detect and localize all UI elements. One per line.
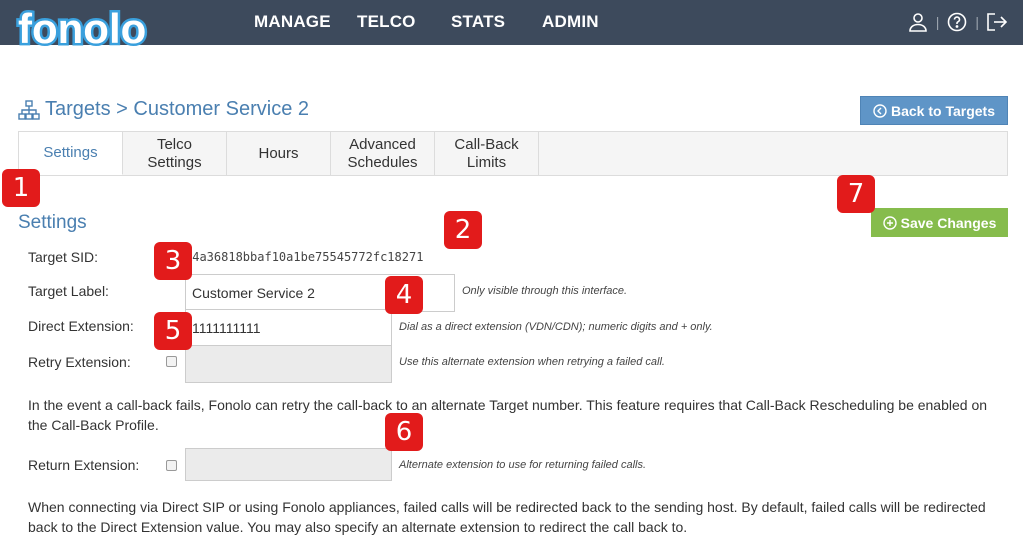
header-icons: | | <box>906 10 1009 34</box>
save-button-label: Save Changes <box>900 214 997 231</box>
return-extension-hint: Alternate extension to use for returning… <box>399 459 647 471</box>
target-label-hint: Only visible through this interface. <box>462 285 628 297</box>
annotation-badge-1: 1 <box>2 169 40 207</box>
nav-telco[interactable]: TELCO <box>357 12 416 32</box>
return-extension-input[interactable] <box>185 448 392 481</box>
target-label-value: Customer Service 2 <box>192 285 315 301</box>
tab-label: Hours <box>258 144 299 162</box>
save-changes-button[interactable]: Save Changes <box>871 208 1008 237</box>
tab-bar: Settings Telco Settings Hours Advanced S… <box>18 131 1008 176</box>
nav-manage[interactable]: MANAGE <box>254 12 331 32</box>
section-title: Settings <box>18 212 87 233</box>
target-label-label: Target Label: <box>28 283 109 299</box>
fonolo-logo[interactable]: fonolo <box>14 3 164 59</box>
help-icon[interactable] <box>945 10 969 34</box>
return-extension-label: Return Extension: <box>28 457 140 473</box>
back-to-targets-button[interactable]: Back to Targets <box>860 96 1008 125</box>
direct-extension-hint: Dial as a direct extension (VDN/CDN); nu… <box>399 321 713 333</box>
breadcrumb: Targets > Customer Service 2 <box>18 98 309 121</box>
chevron-left-circle-icon <box>873 103 887 118</box>
annotation-badge-5: 5 <box>154 312 192 350</box>
breadcrumb-text[interactable]: Targets > Customer Service 2 <box>45 98 309 121</box>
svg-text:fonolo: fonolo <box>18 5 146 52</box>
retry-extension-hint: Use this alternate extension when retryi… <box>399 356 665 368</box>
direct-extension-label: Direct Extension: <box>28 318 134 334</box>
sitemap-icon <box>18 99 40 120</box>
return-extension-checkbox[interactable] <box>166 460 177 471</box>
retry-extension-label: Retry Extension: <box>28 354 131 370</box>
nav-admin[interactable]: ADMIN <box>542 12 599 32</box>
tab-hours[interactable]: Hours <box>227 132 331 175</box>
annotation-badge-3: 3 <box>154 242 192 280</box>
target-sid-label: Target SID: <box>28 249 99 265</box>
target-sid-value: R4a36818bbaf10a1be75545772fc18271 <box>185 250 424 264</box>
tab-label: Advanced Schedules <box>347 135 418 171</box>
tab-call-back-limits[interactable]: Call-Back Limits <box>435 132 539 175</box>
separator: | <box>975 14 979 30</box>
tab-telco-settings[interactable]: Telco Settings <box>123 132 227 175</box>
top-navbar: fonolo MANAGE TELCO STATS ADMIN | | <box>0 0 1023 55</box>
retry-info-text: In the event a call-back fails, Fonolo c… <box>28 397 988 433</box>
annotation-badge-4: 4 <box>385 276 423 314</box>
tab-label: Telco Settings <box>147 135 202 171</box>
annotation-badge-2: 2 <box>444 211 482 249</box>
annotation-badge-7: 7 <box>837 175 875 213</box>
retry-extension-checkbox[interactable] <box>166 356 177 367</box>
return-info-text: When connecting via Direct SIP or using … <box>28 499 986 535</box>
back-button-label: Back to Targets <box>891 102 995 119</box>
annotation-badge-6: 6 <box>385 413 423 451</box>
user-icon[interactable] <box>906 10 930 34</box>
tab-label: Settings <box>43 144 98 161</box>
retry-extension-input[interactable] <box>185 345 392 383</box>
nav-stats[interactable]: STATS <box>451 12 505 32</box>
separator: | <box>935 14 940 30</box>
tab-label: Call-Back Limits <box>454 135 519 171</box>
logout-icon[interactable] <box>985 10 1009 34</box>
direct-extension-input[interactable]: 1111111111 <box>185 309 392 347</box>
plus-circle-icon <box>882 215 897 230</box>
tab-advanced-schedules[interactable]: Advanced Schedules <box>331 132 435 175</box>
direct-extension-value: 1111111111 <box>192 320 261 336</box>
